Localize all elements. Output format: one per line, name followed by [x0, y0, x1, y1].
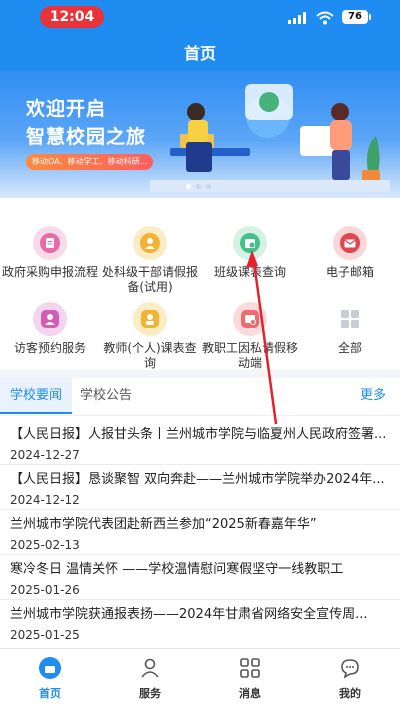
news-date: 2025-02-13	[10, 538, 80, 552]
news-title: 兰州城市学院代表团赴新西兰参加“2025新春嘉年华”	[10, 517, 317, 532]
teacher-schedule-icon	[133, 302, 167, 336]
news-date: 2024-12-12	[10, 493, 80, 507]
service-label: 政府采购申报流程	[2, 265, 99, 279]
service-staff-leave[interactable]: 教职工因私请假移动端	[200, 302, 300, 371]
bottom-tab-bar: 首页 服务 消息 我的	[0, 648, 400, 711]
service-class-schedule[interactable]: 班级课表查询	[200, 226, 300, 280]
schedule-icon	[233, 226, 267, 260]
visitor-icon	[33, 302, 67, 336]
banner-heading-2: 智慧校园之旅	[26, 126, 147, 148]
header-bar: 12:04 76 首页	[0, 0, 400, 70]
news-title: 【人民日报】恳谈聚智 双向奔赴——兰州城市学院举办2024年...	[10, 472, 385, 487]
person-clock-icon	[133, 226, 167, 260]
battery-icon: 76	[342, 10, 371, 24]
tab-label: 首页	[39, 687, 61, 700]
tab-label: 我的	[339, 687, 361, 700]
service-procurement[interactable]: 政府采购申报流程	[0, 226, 100, 280]
tab-school-news[interactable]: 学校要闻	[0, 378, 72, 414]
more-link[interactable]: 更多	[360, 378, 386, 414]
hero-banner[interactable]: 欢迎开启 智慧校园之旅 移动OA、移动学工、移动科研...	[0, 70, 400, 198]
news-title: 兰州城市学院获通报表扬——2024年甘肃省网络安全宣传周...	[10, 607, 368, 622]
message-grid-icon	[239, 657, 261, 679]
status-time: 12:04	[40, 6, 104, 28]
tab-school-notices[interactable]: 学校公告	[80, 378, 132, 414]
service-label: 班级课表查询	[213, 265, 286, 279]
tab-messages[interactable]: 消息	[200, 657, 300, 701]
tab-label: 消息	[239, 687, 261, 700]
news-date: 2025-01-26	[10, 583, 80, 597]
news-tabs: 学校要闻 学校公告 更多	[0, 378, 400, 416]
service-label: 访客预约服务	[13, 341, 86, 355]
service-grid: 政府采购申报流程 处科级干部请假报备(试用) 班级课表查询 电子邮箱 访客预约服…	[0, 198, 400, 370]
service-icon	[139, 657, 161, 679]
news-item[interactable]: 寒冷冬日 温情关怀 ——学校温情慰问寒假坚守一线教职工 2025-01-26	[0, 557, 400, 600]
news-item[interactable]: 【人民日报】人报甘头条丨兰州城市学院与临夏州人民政府签署... 2024-12-…	[0, 422, 400, 465]
leave-icon	[233, 302, 267, 336]
page-title: 首页	[183, 44, 216, 63]
tab-home[interactable]: 首页	[0, 657, 100, 701]
tab-service[interactable]: 服务	[100, 657, 200, 701]
carousel-indicator[interactable]	[186, 184, 226, 190]
wifi-icon	[316, 11, 334, 25]
signal-icon	[288, 12, 306, 24]
service-label: 处科级干部请假报备(试用)	[102, 265, 199, 294]
service-cadre-leave[interactable]: 处科级干部请假报备(试用)	[100, 226, 200, 295]
news-item[interactable]: 兰州城市学院获通报表扬——2024年甘肃省网络安全宣传周... 2025-01-…	[0, 602, 400, 645]
banner-tag: 移动OA、移动学工、移动科研...	[26, 154, 154, 170]
banner-heading-1: 欢迎开启	[26, 98, 107, 120]
news-item[interactable]: 【人民日报】恳谈聚智 双向奔赴——兰州城市学院举办2024年... 2024-1…	[0, 467, 400, 510]
grid-icon	[333, 302, 367, 336]
status-bar: 12:04 76	[0, 0, 400, 34]
tab-mine[interactable]: 我的	[300, 657, 400, 701]
news-section: 学校要闻 学校公告 更多 【人民日报】人报甘头条丨兰州城市学院与临夏州人民政府签…	[0, 378, 400, 648]
service-label: 全部	[337, 341, 362, 355]
news-date: 2024-12-27	[10, 448, 80, 462]
tab-label: 服务	[139, 687, 161, 700]
news-date: 2025-01-25	[10, 628, 80, 642]
service-label: 教职工因私请假移动端	[202, 341, 299, 370]
profile-chat-icon	[339, 657, 361, 679]
banner-illustration	[150, 84, 390, 192]
news-item[interactable]: 兰州城市学院代表团赴新西兰参加“2025新春嘉年华” 2025-02-13	[0, 512, 400, 555]
mail-icon	[333, 226, 367, 260]
service-teacher-schedule[interactable]: 教师(个人)课表查询	[100, 302, 200, 371]
service-all[interactable]: 全部	[300, 302, 400, 356]
news-title: 寒冷冬日 温情关怀 ——学校温情慰问寒假坚守一线教职工	[10, 562, 344, 577]
news-title: 【人民日报】人报甘头条丨兰州城市学院与临夏州人民政府签署...	[10, 427, 387, 442]
home-icon	[39, 657, 61, 679]
service-label: 电子邮箱	[325, 265, 374, 279]
document-icon	[33, 226, 67, 260]
service-label: 教师(个人)课表查询	[103, 341, 197, 370]
service-visitor[interactable]: 访客预约服务	[0, 302, 100, 356]
service-email[interactable]: 电子邮箱	[300, 226, 400, 280]
